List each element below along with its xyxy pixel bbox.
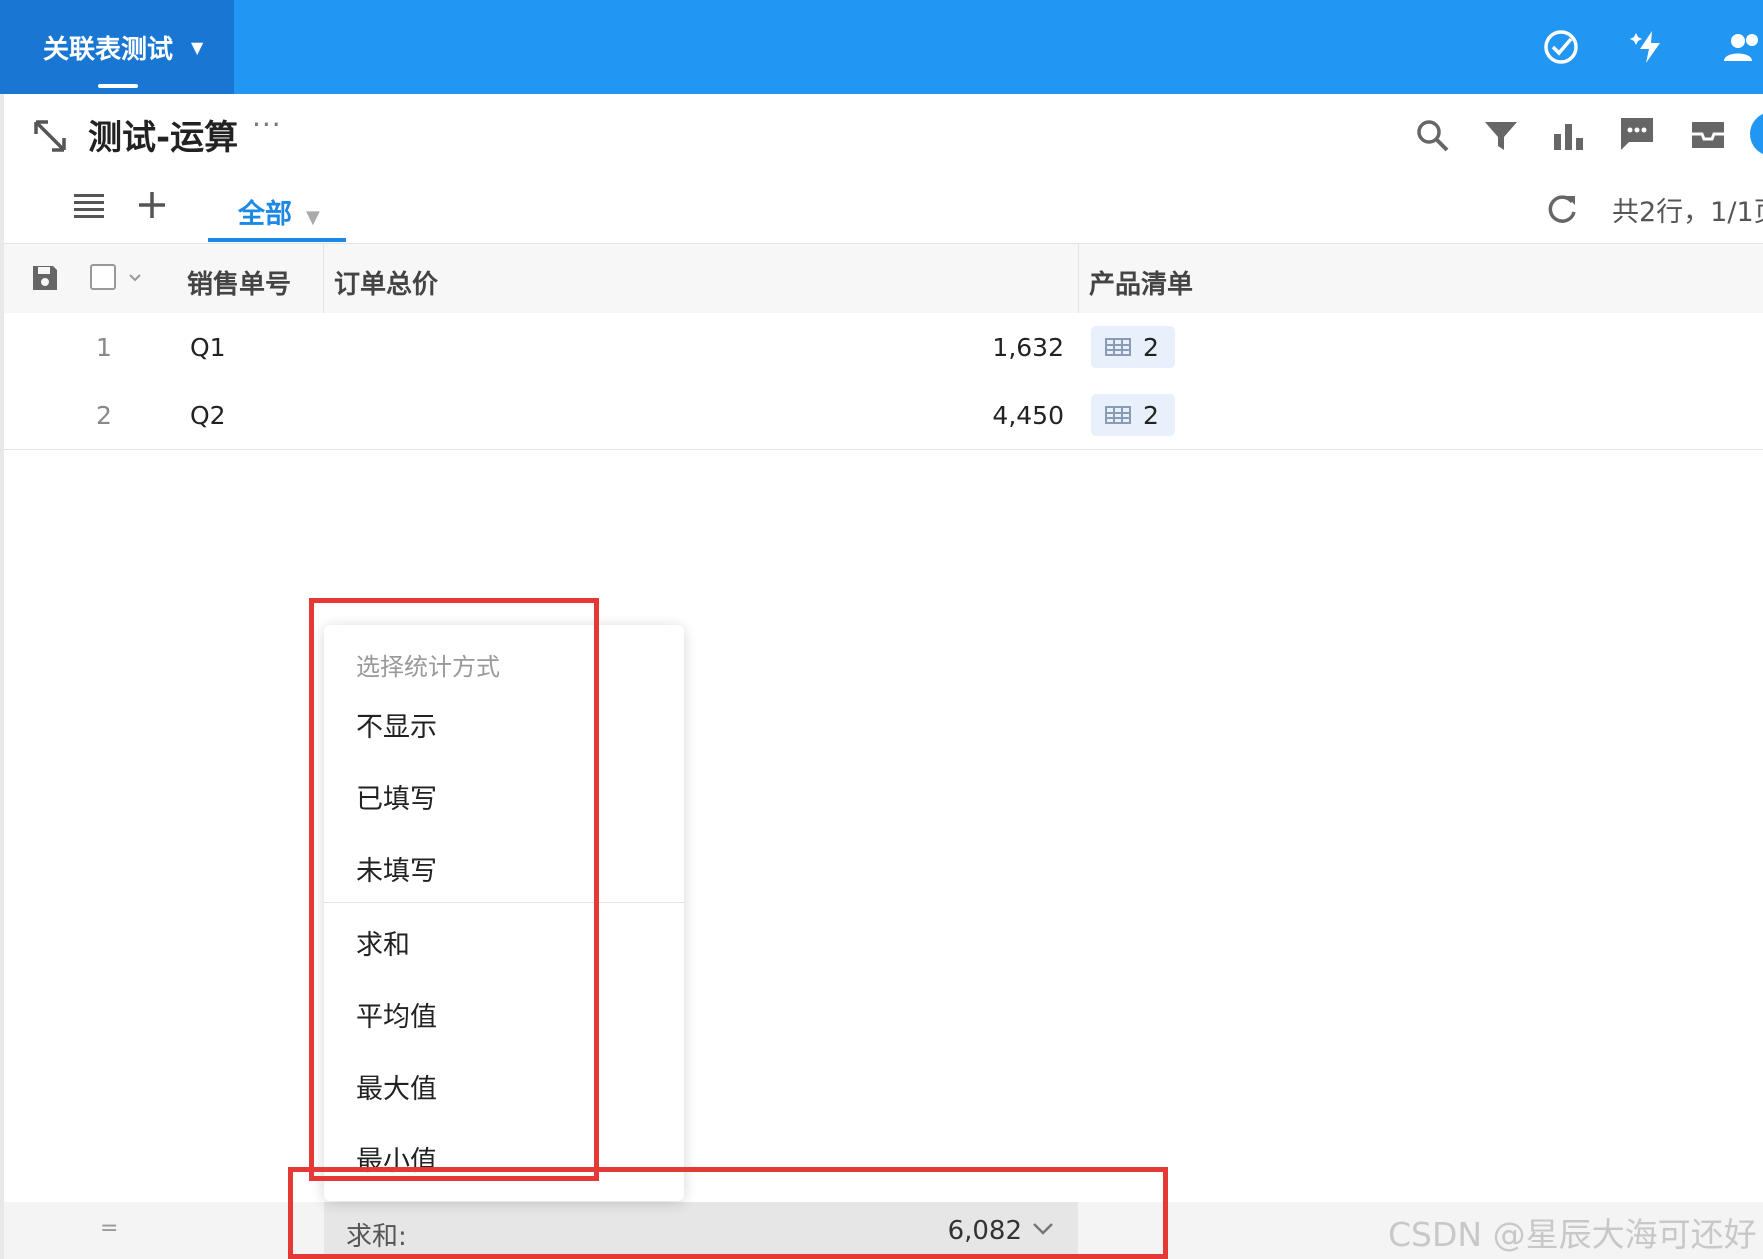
linked-records-chip[interactable]: 2	[1091, 326, 1175, 368]
bar-chart-icon[interactable]	[1549, 116, 1589, 156]
table-grid-icon	[1105, 338, 1131, 356]
summary-equals: =	[100, 1216, 119, 1241]
expand-icon[interactable]	[30, 116, 70, 156]
add-view-icon[interactable]	[132, 185, 172, 225]
highlight-box-dropdown	[309, 598, 599, 1181]
table-header: 销售单号 订单总价 产品清单	[4, 243, 1763, 314]
top-bar: 关联表测试 ▼	[0, 0, 1763, 94]
pagination-info: 共2行，1/1页	[1612, 197, 1763, 228]
app-tab-indicator	[98, 84, 138, 88]
table-grid-icon	[1105, 406, 1131, 424]
table-row[interactable]: 1 Q1 1,632 2	[4, 313, 1763, 382]
caret-down-icon: ▼	[306, 207, 320, 228]
order-total-cell[interactable]: 1,632	[328, 333, 1064, 362]
chevron-down-icon[interactable]	[128, 273, 142, 283]
more-options[interactable]: ···	[252, 108, 282, 141]
linked-count: 2	[1143, 332, 1159, 362]
tab-all[interactable]: 全部 ▼	[208, 180, 346, 242]
order-code-cell[interactable]: Q1	[190, 333, 226, 362]
table-row[interactable]: 2 Q2 4,450 2	[4, 381, 1763, 450]
column-header-order-no[interactable]: 销售单号	[187, 264, 291, 301]
save-icon[interactable]	[31, 264, 59, 292]
linked-count: 2	[1143, 400, 1159, 430]
column-header-product-list[interactable]: 产品清单	[1089, 264, 1193, 301]
select-all-checkbox[interactable]	[90, 264, 116, 290]
row-index: 1	[96, 333, 112, 362]
menu-list-icon[interactable]	[69, 185, 109, 225]
order-code-cell[interactable]: Q2	[190, 401, 226, 430]
tab-all-label: 全部	[238, 199, 292, 230]
refresh-icon[interactable]	[1542, 188, 1582, 228]
row-index: 2	[96, 401, 112, 430]
column-header-order-total[interactable]: 订单总价	[334, 264, 438, 301]
highlight-box-summary	[288, 1167, 1168, 1259]
inbox-icon[interactable]	[1688, 114, 1728, 154]
avatar[interactable]	[1748, 110, 1763, 158]
app-switcher[interactable]: 关联表测试 ▼	[0, 0, 234, 94]
comment-icon[interactable]	[1617, 114, 1657, 154]
caret-down-icon: ▼	[191, 37, 204, 57]
watermark: CSDN @星辰大海可还好	[1388, 1215, 1757, 1254]
linked-records-chip[interactable]: 2	[1091, 394, 1175, 436]
filter-icon[interactable]	[1481, 116, 1521, 156]
members-icon[interactable]	[1722, 27, 1762, 67]
search-icon[interactable]	[1413, 116, 1453, 156]
magic-bolt-icon[interactable]	[1630, 27, 1670, 67]
app-title: 关联表测试	[43, 34, 174, 65]
sheet-title: 测试-运算	[88, 118, 239, 158]
check-circle-icon[interactable]	[1541, 27, 1581, 67]
order-total-cell[interactable]: 4,450	[328, 401, 1064, 430]
